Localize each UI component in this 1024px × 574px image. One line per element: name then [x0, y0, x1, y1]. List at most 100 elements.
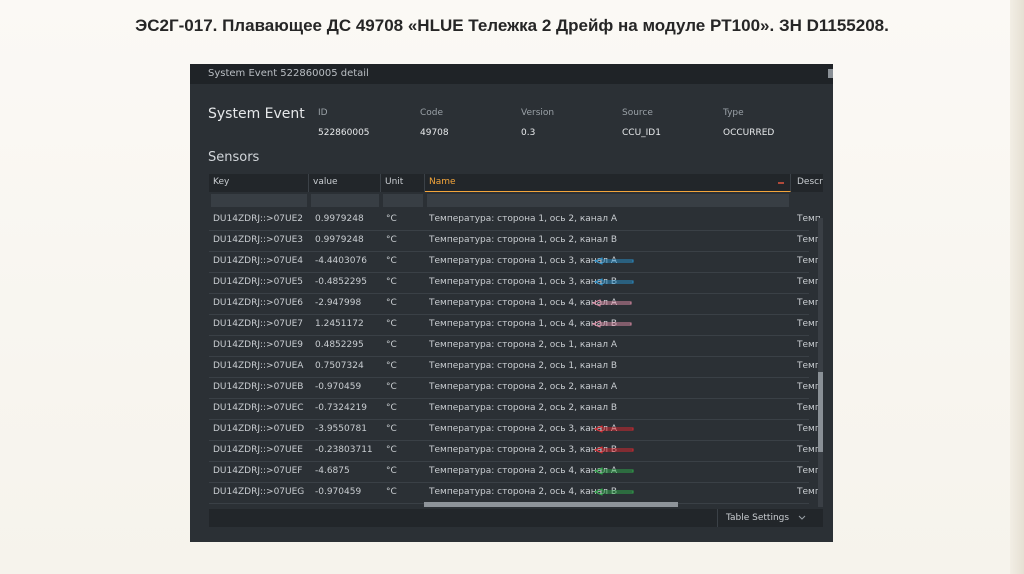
- cell-value: -0.970459: [315, 382, 362, 392]
- table-footer: Table Settings: [209, 509, 823, 527]
- annotation-arrow-icon: [594, 467, 634, 475]
- cell-unit: °C: [386, 445, 397, 455]
- annotation-arrow-icon: [594, 446, 634, 454]
- cell-unit: °C: [386, 319, 397, 329]
- field-code: Code 49708: [420, 108, 449, 138]
- cell-key: DU14ZDRJ::>07UEA: [213, 361, 304, 371]
- column-header-key[interactable]: Key: [209, 174, 309, 192]
- cell-unit: °C: [386, 466, 397, 476]
- cell-unit: °C: [386, 340, 397, 350]
- event-heading: System Event: [208, 106, 305, 122]
- table-row[interactable]: DU14ZDRJ::>07UEF -4.6875 °C Температура: ст…: [209, 461, 821, 483]
- table-row[interactable]: DU14ZDRJ::>07UE6 -2.947998 °C Температура: …: [209, 293, 821, 315]
- annotation-arrow-icon: [592, 299, 632, 307]
- cell-key: DU14ZDRJ::>07UE4: [213, 256, 304, 266]
- cell-key: DU14ZDRJ::>07UE2: [213, 214, 304, 224]
- slide-edge: [1010, 0, 1024, 574]
- filter-key-input[interactable]: [211, 194, 307, 207]
- table-row[interactable]: DU14ZDRJ::>07UE2 0.9979248 °C Температура: …: [209, 209, 821, 231]
- system-event-window: System Event 522860005 detail System Eve…: [190, 64, 833, 542]
- cell-value: -4.6875: [315, 466, 350, 476]
- field-value: OCCURRED: [723, 128, 775, 138]
- table-row[interactable]: DU14ZDRJ::>07UE9 0.4852295 °C Температура: …: [209, 335, 821, 357]
- cell-key: DU14ZDRJ::>07UEF: [213, 466, 303, 476]
- table-row[interactable]: DU14ZDRJ::>07UEG -0.970459 °C Температура: …: [209, 482, 821, 504]
- cell-name: Температура: сторона 2, ось 2, канал A: [429, 382, 617, 392]
- table-row[interactable]: DU14ZDRJ::>07UED -3.9550781 °C Температура:…: [209, 419, 821, 441]
- field-label: Source: [622, 108, 653, 118]
- cell-key: DU14ZDRJ::>07UE5: [213, 277, 304, 287]
- cell-unit: °C: [386, 298, 397, 308]
- field-value: 49708: [420, 128, 449, 138]
- annotation-arrow-icon: [592, 320, 632, 328]
- sensors-heading: Sensors: [208, 150, 260, 165]
- cell-unit: °C: [386, 256, 397, 266]
- annotation-arrow-icon: [594, 488, 634, 496]
- field-type: Type OCCURRED: [723, 108, 774, 138]
- cell-name: Температура: сторона 2, ось 2, канал B: [429, 403, 617, 413]
- cell-name: Температура: сторона 2, ось 1, канал B: [429, 361, 617, 371]
- cell-value: 1.2451172: [315, 319, 364, 329]
- filter-unit-input[interactable]: [383, 194, 423, 207]
- vertical-scrollbar[interactable]: [818, 218, 823, 507]
- cell-name: Температура: сторона 1, ось 2, канал B: [429, 235, 617, 245]
- window-control-icon[interactable]: [828, 69, 833, 78]
- cell-unit: °C: [386, 214, 397, 224]
- cell-value: -0.23803711: [315, 445, 373, 455]
- filter-name-input[interactable]: [427, 194, 789, 207]
- table-settings-button[interactable]: Table Settings: [717, 509, 814, 527]
- window-titlebar: System Event 522860005 detail: [190, 64, 833, 84]
- column-header-value[interactable]: value: [309, 174, 381, 192]
- cell-key: DU14ZDRJ::>07UE9: [213, 340, 304, 350]
- table-row[interactable]: DU14ZDRJ::>07UEB -0.970459 °C Температура: …: [209, 377, 821, 399]
- column-header-name-label: Name: [429, 177, 456, 187]
- horizontal-scrollbar-thumb[interactable]: [424, 502, 678, 507]
- cell-value: -0.4852295: [315, 277, 367, 287]
- cell-key: DU14ZDRJ::>07UED: [213, 424, 305, 434]
- cell-unit: °C: [386, 403, 397, 413]
- cell-value: 0.4852295: [315, 340, 364, 350]
- filter-value-input[interactable]: [311, 194, 379, 207]
- cell-value: -3.9550781: [315, 424, 367, 434]
- cell-value: -0.970459: [315, 487, 362, 497]
- vertical-scrollbar-thumb[interactable]: [818, 372, 823, 452]
- cell-value: 0.9979248: [315, 214, 364, 224]
- cell-value: 0.7507324: [315, 361, 364, 371]
- table-row[interactable]: DU14ZDRJ::>07UE3 0.9979248 °C Температура: …: [209, 230, 821, 252]
- field-value: 0.3: [521, 128, 536, 138]
- cell-name: Температура: сторона 2, ось 1, канал A: [429, 340, 617, 350]
- table-row[interactable]: DU14ZDRJ::>07UEA 0.7507324 °C Температура: …: [209, 356, 821, 378]
- cell-value: -0.7324219: [315, 403, 367, 413]
- table-settings-label: Table Settings: [726, 513, 790, 523]
- field-value: 522860005: [318, 128, 370, 138]
- window-title: System Event 522860005 detail: [208, 68, 369, 79]
- column-header-unit[interactable]: Unit: [381, 174, 425, 192]
- cell-key: DU14ZDRJ::>07UE6: [213, 298, 304, 308]
- sensors-table: Key value Unit Name Descrip DU14ZDRJ::>0…: [209, 174, 823, 507]
- field-label: Code: [420, 108, 444, 118]
- cell-name: Температура: сторона 1, ось 2, канал A: [429, 214, 617, 224]
- table-row[interactable]: DU14ZDRJ::>07UE7 1.2451172 °C Температура: …: [209, 314, 821, 336]
- annotation-arrow-icon: [594, 278, 634, 286]
- filter-row: [209, 192, 823, 209]
- annotation-arrow-icon: [594, 425, 634, 433]
- slide-title: ЭС2Г-017. Плавающее ДС 49708 «HLUE Тележ…: [135, 16, 889, 35]
- field-label: ID: [318, 108, 328, 118]
- column-header-name[interactable]: Name: [425, 174, 791, 192]
- field-label: Version: [521, 108, 555, 118]
- cell-value: -2.947998: [315, 298, 362, 308]
- column-header-description[interactable]: Descrip: [793, 174, 823, 192]
- cell-unit: °C: [386, 235, 397, 245]
- cell-key: DU14ZDRJ::>07UEG: [213, 487, 305, 497]
- field-source: Source CCU_ID1: [622, 108, 661, 138]
- chevron-down-icon: [798, 515, 806, 520]
- table-header: Key value Unit Name Descrip: [209, 174, 823, 192]
- field-label: Type: [723, 108, 744, 118]
- cell-key: DU14ZDRJ::>07UEE: [213, 445, 303, 455]
- table-row[interactable]: DU14ZDRJ::>07UEC -0.7324219 °C Температура:…: [209, 398, 821, 420]
- sort-indicator-icon: [778, 182, 784, 184]
- table-row[interactable]: DU14ZDRJ::>07UE5 -0.4852295 °C Температура:…: [209, 272, 821, 294]
- table-row[interactable]: DU14ZDRJ::>07UE4 -4.4403076 °C Температура:…: [209, 251, 821, 273]
- cell-unit: °C: [386, 277, 397, 287]
- table-row[interactable]: DU14ZDRJ::>07UEE -0.23803711 °C Температура…: [209, 440, 821, 462]
